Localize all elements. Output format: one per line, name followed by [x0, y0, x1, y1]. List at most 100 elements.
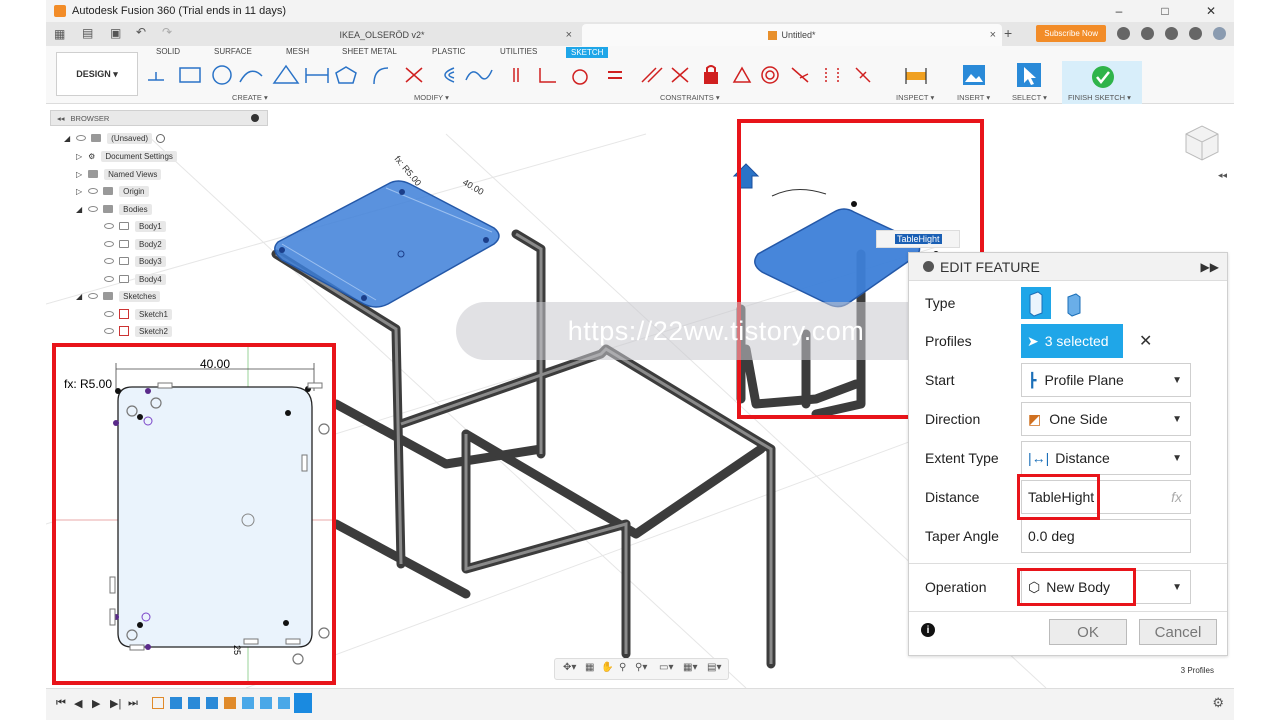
- extensions-icon[interactable]: [1117, 27, 1130, 40]
- visibility-icon[interactable]: [76, 135, 87, 141]
- create-menu[interactable]: CREATE ▾: [232, 93, 268, 102]
- timeline-current-feature-icon[interactable]: [294, 693, 312, 713]
- expand-dialog-icon[interactable]: ▶▶: [1201, 260, 1219, 274]
- new-tab-icon[interactable]: +: [1004, 25, 1012, 41]
- measure-icon[interactable]: [904, 64, 928, 86]
- close-tab-icon[interactable]: ×: [990, 29, 996, 41]
- maximize-button[interactable]: □: [1142, 4, 1188, 18]
- clear-selection-icon[interactable]: ✕: [1139, 331, 1152, 351]
- expand-icon[interactable]: ▷: [76, 152, 82, 161]
- expand-icon[interactable]: ◢: [64, 134, 70, 143]
- select-icon[interactable]: [1016, 62, 1042, 88]
- gear-icon[interactable]: ⚙: [1212, 695, 1224, 711]
- visibility-icon[interactable]: [88, 188, 99, 194]
- extent-type-dropdown[interactable]: |↔| Distance ▼: [1021, 441, 1191, 475]
- type-extrude-button[interactable]: [1021, 287, 1051, 319]
- help-icon[interactable]: [1189, 27, 1202, 40]
- info-icon[interactable]: i: [921, 623, 935, 637]
- close-button[interactable]: ✕: [1188, 4, 1234, 18]
- step-forward-icon[interactable]: ▶|: [110, 697, 121, 710]
- tab-ikea-olserod[interactable]: IKEA_OLSERÖD v2* ×: [186, 24, 578, 46]
- tab-sketch[interactable]: SKETCH: [566, 47, 609, 58]
- expand-icon[interactable]: ▷: [76, 187, 82, 196]
- undo-icon[interactable]: ↶: [136, 25, 146, 39]
- fx-button[interactable]: fx: [1171, 489, 1182, 505]
- tab-solid[interactable]: SOLID: [156, 47, 180, 56]
- taper-angle-input[interactable]: 0.0 deg: [1021, 519, 1191, 553]
- visibility-icon[interactable]: [88, 206, 99, 212]
- viewports-icon[interactable]: ▤▾: [707, 662, 721, 673]
- tab-untitled[interactable]: Untitled* ×: [582, 24, 1002, 46]
- look-at-icon[interactable]: ▦: [585, 662, 594, 673]
- insert-image-icon[interactable]: [962, 64, 986, 86]
- visibility-icon[interactable]: [104, 258, 114, 264]
- browser-header[interactable]: ◂◂ BROWSER: [50, 110, 268, 126]
- direction-dropdown[interactable]: ◩ One Side ▼: [1021, 402, 1191, 436]
- display-settings-icon[interactable]: ▭▾: [659, 662, 673, 673]
- finish-sketch-menu[interactable]: FINISH SKETCH ▾: [1068, 93, 1131, 102]
- go-to-start-icon[interactable]: ⏮: [56, 697, 66, 710]
- timeline-sketch-icon[interactable]: [152, 697, 164, 709]
- constraints-menu[interactable]: CONSTRAINTS ▾: [660, 93, 720, 102]
- radius-dimension[interactable]: fx: R5.00: [64, 377, 112, 391]
- file-icon[interactable]: ▤: [82, 26, 93, 40]
- visibility-icon[interactable]: [104, 328, 114, 334]
- subscribe-button[interactable]: Subscribe Now: [1036, 25, 1106, 42]
- avatar[interactable]: [1213, 27, 1226, 40]
- timeline-sweep-icon[interactable]: [224, 697, 236, 709]
- tab-plastic[interactable]: PLASTIC: [432, 47, 465, 56]
- collapse-dialog-icon[interactable]: [923, 261, 934, 272]
- cancel-button[interactable]: Cancel: [1139, 619, 1217, 645]
- timeline-body-icon[interactable]: [260, 697, 272, 709]
- browser-item-body4[interactable]: Body4: [104, 271, 166, 287]
- viewcube-icon[interactable]: [1176, 118, 1224, 166]
- activate-radio-icon[interactable]: [156, 133, 166, 143]
- app-grid-icon[interactable]: ▦: [54, 27, 65, 41]
- step-back-icon[interactable]: ◀: [74, 697, 82, 710]
- browser-item-sketch1[interactable]: Sketch1: [104, 306, 172, 322]
- expand-icon[interactable]: ◢: [76, 205, 82, 214]
- profiles-selection-button[interactable]: ➤ 3 selected: [1021, 324, 1123, 358]
- design-workspace-button[interactable]: DESIGN ▾: [56, 52, 138, 96]
- timeline-extrude-icon[interactable]: [206, 697, 218, 709]
- timeline-extrude-icon[interactable]: [188, 697, 200, 709]
- fit-icon[interactable]: ⚲▾: [635, 662, 647, 673]
- go-to-end-icon[interactable]: ⏭: [128, 697, 138, 710]
- inspect-menu[interactable]: INSPECT ▾: [896, 93, 934, 102]
- modify-tools-group[interactable]: [372, 64, 494, 86]
- expand-icon[interactable]: ◢: [76, 292, 82, 301]
- insert-menu[interactable]: INSERT ▾: [957, 93, 990, 102]
- collapse-panel-icon[interactable]: ◂◂: [1218, 170, 1227, 181]
- thin-extrude-icon[interactable]: [1061, 291, 1087, 317]
- grid-icon[interactable]: ▦▾: [683, 662, 697, 673]
- navigation-toolbar[interactable]: ✥▾ ▦ ✋ ⚲ ⚲▾ ▭▾ ▦▾ ▤▾: [554, 658, 729, 680]
- width-dimension[interactable]: 40.00: [200, 357, 230, 371]
- browser-item-body1[interactable]: Body1: [104, 218, 166, 234]
- visibility-icon[interactable]: [104, 223, 114, 229]
- timeline-extrude-icon[interactable]: [170, 697, 182, 709]
- save-icon[interactable]: ▣: [110, 26, 121, 40]
- select-menu[interactable]: SELECT ▾: [1012, 93, 1047, 102]
- constraints-tools-group[interactable]: [512, 64, 874, 86]
- timeline-body-icon[interactable]: [242, 697, 254, 709]
- zoom-icon[interactable]: ⚲: [619, 662, 626, 673]
- tab-sheet-metal[interactable]: SHEET METAL: [342, 47, 397, 56]
- visibility-icon[interactable]: [104, 276, 114, 282]
- play-icon[interactable]: ▶: [92, 697, 100, 710]
- ok-button[interactable]: OK: [1049, 619, 1127, 645]
- browser-item-sketch2[interactable]: Sketch2: [104, 323, 172, 339]
- minimize-button[interactable]: –: [1096, 4, 1142, 18]
- notifications-icon[interactable]: [1165, 27, 1178, 40]
- visibility-icon[interactable]: [88, 293, 99, 299]
- pan-icon[interactable]: ✋: [601, 662, 613, 673]
- browser-item-body3[interactable]: Body3: [104, 253, 166, 269]
- tab-surface[interactable]: SURFACE: [214, 47, 252, 56]
- job-status-icon[interactable]: [1141, 27, 1154, 40]
- pin-icon[interactable]: [251, 114, 259, 122]
- browser-item-sketches[interactable]: ◢ Sketches: [76, 288, 161, 304]
- browser-item-document-settings[interactable]: ▷ ⚙ Document Settings: [76, 148, 177, 164]
- create-tools-group[interactable]: [146, 64, 376, 86]
- edit-feature-header[interactable]: EDIT FEATURE ▶▶: [909, 253, 1227, 281]
- browser-item-root[interactable]: ◢ (Unsaved): [64, 130, 166, 146]
- visibility-icon[interactable]: [104, 311, 114, 317]
